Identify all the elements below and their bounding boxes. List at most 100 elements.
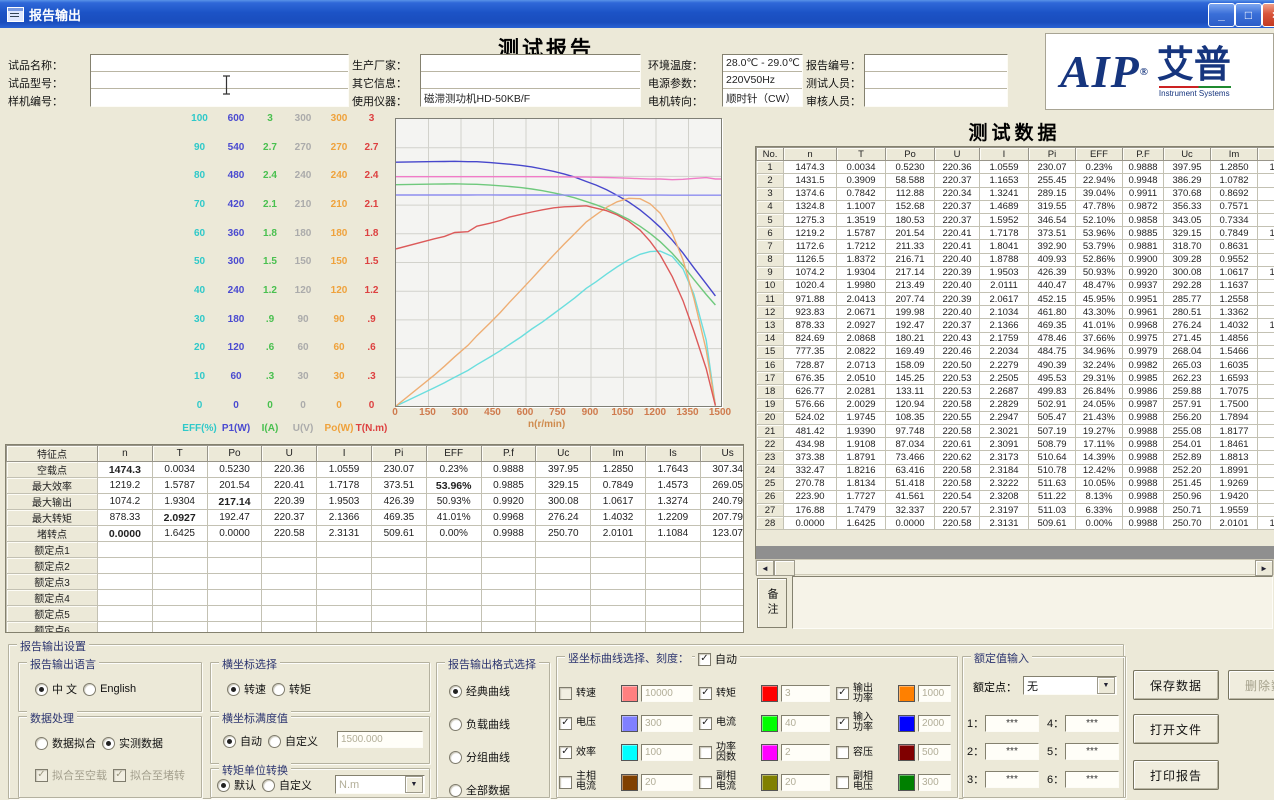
checkbox-unchecked[interactable] bbox=[699, 776, 712, 789]
curve-select-item[interactable]: ✓转矩3 bbox=[699, 679, 836, 709]
table-row[interactable]: 18626.772.0281133.11220.532.2687499.8326… bbox=[757, 385, 1274, 398]
table-row[interactable]: 31374.60.7842112.88220.341.3241289.1539.… bbox=[757, 187, 1274, 200]
data-processing-option[interactable]: 实测数据 bbox=[102, 735, 163, 751]
checkbox-unchecked[interactable] bbox=[836, 776, 849, 789]
color-swatch[interactable] bbox=[898, 715, 915, 732]
language-option[interactable]: English bbox=[83, 683, 136, 696]
x-fullscale-input[interactable]: 1500.000 bbox=[337, 731, 423, 748]
checkbox-unchecked[interactable] bbox=[699, 746, 712, 759]
color-swatch[interactable] bbox=[898, 744, 915, 761]
table-row[interactable]: 61219.21.5787201.54220.411.7178373.5153.… bbox=[757, 227, 1274, 240]
field-input[interactable]: 磁滞测功机HD-50KB/F bbox=[421, 89, 640, 106]
x-fullscale-option[interactable]: 自动 bbox=[223, 733, 262, 749]
field-input[interactable] bbox=[91, 72, 348, 89]
remark-textarea[interactable] bbox=[792, 576, 1273, 629]
table-row[interactable]: 额定点4 bbox=[7, 590, 745, 606]
scale-value-input[interactable]: 1000 bbox=[918, 685, 951, 702]
table-row[interactable]: 24332.471.821663.416220.582.3184510.7812… bbox=[757, 464, 1274, 477]
checkbox-unchecked[interactable] bbox=[559, 776, 572, 789]
table-row[interactable]: 280.00001.64250.0000220.582.3131509.610.… bbox=[757, 517, 1274, 530]
table-row[interactable]: 20524.021.9745108.35220.552.2947505.4721… bbox=[757, 411, 1274, 424]
save-data-button[interactable]: 保存数据 bbox=[1133, 670, 1219, 700]
scale-value-input[interactable]: 3 bbox=[781, 685, 830, 702]
color-swatch[interactable] bbox=[761, 744, 778, 761]
checkbox-checked[interactable]: ✓ bbox=[699, 687, 712, 700]
color-swatch[interactable] bbox=[621, 715, 638, 732]
table-row[interactable]: 26223.901.772741.561220.542.3208511.228.… bbox=[757, 490, 1274, 503]
checkbox-checked[interactable]: ✓ bbox=[113, 769, 126, 782]
table-row[interactable]: 最大效率1219.21.5787201.54220.411.7178373.51… bbox=[7, 478, 745, 494]
table-row[interactable]: 15777.352.0822169.49220.462.2034484.7534… bbox=[757, 345, 1274, 358]
curve-select-item[interactable]: 副相 电流20 bbox=[699, 768, 836, 798]
table-row[interactable]: 额定点6 bbox=[7, 622, 745, 634]
table-row[interactable]: 91074.21.9304217.14220.391.9503426.3950.… bbox=[757, 266, 1274, 279]
rated-field-input[interactable]: *** bbox=[1065, 743, 1119, 760]
dropdown-arrow-icon[interactable]: ▼ bbox=[405, 776, 423, 793]
color-swatch[interactable] bbox=[761, 715, 778, 732]
scale-value-input[interactable]: 500 bbox=[918, 744, 951, 761]
color-swatch[interactable] bbox=[761, 774, 778, 791]
table-row[interactable]: 23373.381.879173.466220.622.3173510.6414… bbox=[757, 451, 1274, 464]
x-fullscale-option[interactable]: 自定义 bbox=[268, 733, 318, 749]
table-row[interactable]: 空载点1474.30.00340.5230220.361.0559230.070… bbox=[7, 462, 745, 478]
scale-value-input[interactable]: 10000 bbox=[641, 685, 693, 702]
radio-unselected[interactable] bbox=[35, 737, 48, 750]
field-input[interactable] bbox=[421, 55, 640, 72]
radio-unselected[interactable] bbox=[268, 735, 281, 748]
rated-field-input[interactable]: *** bbox=[1065, 715, 1119, 732]
x-axis-option[interactable]: 转速 bbox=[227, 681, 266, 697]
field-input[interactable]: 28.0℃ - 29.0℃ bbox=[723, 55, 802, 72]
radio-unselected[interactable] bbox=[83, 683, 96, 696]
close-button[interactable]: × bbox=[1262, 3, 1274, 27]
curve-select-item[interactable]: 功率 因数2 bbox=[699, 738, 836, 768]
rated-field-input[interactable]: *** bbox=[985, 715, 1039, 732]
radio-selected[interactable] bbox=[35, 683, 48, 696]
table-row[interactable]: 17676.352.0510145.25220.532.2505495.5329… bbox=[757, 372, 1274, 385]
table-row[interactable]: 21481.421.939097.748220.582.3021507.1919… bbox=[757, 424, 1274, 437]
checkbox-checked[interactable]: ✓ bbox=[559, 717, 572, 730]
table-row[interactable]: 额定点5 bbox=[7, 606, 745, 622]
torque-unit-option[interactable]: 默认 bbox=[217, 777, 256, 793]
table-row[interactable]: 11971.882.0413207.74220.392.0617452.1545… bbox=[757, 293, 1274, 306]
color-swatch[interactable] bbox=[898, 685, 915, 702]
radio-selected[interactable] bbox=[449, 685, 462, 698]
radio-selected[interactable] bbox=[223, 735, 236, 748]
curve-select-item[interactable]: ✓输入 功率2000 bbox=[836, 709, 957, 739]
color-swatch[interactable] bbox=[621, 774, 638, 791]
auto-scale-checkbox[interactable]: ✓ bbox=[698, 653, 711, 666]
checkbox-unchecked[interactable] bbox=[836, 746, 849, 759]
checkbox-checked[interactable]: ✓ bbox=[699, 717, 712, 730]
table-row[interactable]: 22434.981.910887.034220.612.3091508.7917… bbox=[757, 438, 1274, 451]
report-format-option[interactable]: 全部数据 bbox=[449, 782, 510, 798]
language-option[interactable]: 中 文 bbox=[35, 681, 77, 697]
radio-selected[interactable] bbox=[227, 683, 240, 696]
field-input[interactable] bbox=[865, 89, 1007, 106]
dropdown-arrow-icon[interactable]: ▼ bbox=[1097, 677, 1115, 694]
field-input[interactable]: 220V50Hz bbox=[723, 72, 802, 89]
report-format-option[interactable]: 经典曲线 bbox=[449, 683, 510, 699]
color-swatch[interactable] bbox=[898, 774, 915, 791]
table-row[interactable]: 101020.41.9980213.49220.402.0111440.4748… bbox=[757, 279, 1274, 292]
data-processing-option[interactable]: 数据拟合 bbox=[35, 735, 96, 751]
rated-field-input[interactable]: *** bbox=[985, 771, 1039, 788]
checkbox-unchecked[interactable] bbox=[559, 687, 572, 700]
table-row[interactable]: 最大转矩878.332.0927192.47220.372.1366469.35… bbox=[7, 510, 745, 526]
checkbox-checked[interactable]: ✓ bbox=[559, 746, 572, 759]
checkbox-checked[interactable]: ✓ bbox=[35, 769, 48, 782]
table-row[interactable]: 堵转点0.00001.64250.0000220.582.3131509.610… bbox=[7, 526, 745, 542]
field-input[interactable] bbox=[865, 72, 1007, 89]
rated-point-dropdown[interactable]: 无 ▼ bbox=[1023, 676, 1117, 695]
table-row[interactable]: 最大输出1074.21.9304217.14220.391.9503426.39… bbox=[7, 494, 745, 510]
scale-value-input[interactable]: 100 bbox=[641, 744, 693, 761]
table-row[interactable]: 13878.332.0927192.47220.372.1366469.3541… bbox=[757, 319, 1274, 332]
table-row[interactable]: 27176.881.747932.337220.572.3197511.036.… bbox=[757, 504, 1274, 517]
report-format-option[interactable]: 分组曲线 bbox=[449, 749, 510, 765]
scroll-left-icon[interactable]: ◄ bbox=[756, 560, 774, 576]
table-row[interactable]: 16728.872.0713158.09220.502.2279490.3932… bbox=[757, 359, 1274, 372]
curve-select-item[interactable]: ✓效率100 bbox=[559, 738, 699, 768]
curve-select-item[interactable]: ✓电压300 bbox=[559, 709, 699, 739]
table-row[interactable]: 12923.832.0671199.98220.402.1034461.8043… bbox=[757, 306, 1274, 319]
x-axis-option[interactable]: 转矩 bbox=[272, 681, 311, 697]
table-row[interactable]: 14824.692.0868180.21220.432.1759478.4637… bbox=[757, 332, 1274, 345]
maximize-button[interactable]: □ bbox=[1235, 3, 1262, 27]
